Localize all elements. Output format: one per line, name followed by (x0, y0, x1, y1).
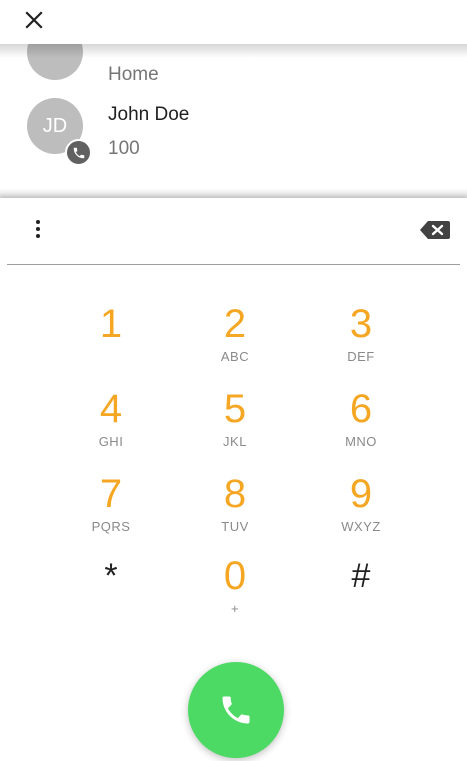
dialpad-key-2[interactable]: 2 ABC (180, 298, 290, 370)
input-divider (7, 264, 460, 265)
key-digit: 3 (349, 302, 373, 346)
key-digit: 1 (99, 302, 123, 346)
contact-number: 100 (108, 138, 140, 159)
key-digit: * (104, 557, 118, 595)
key-letters: PQRS (91, 519, 131, 534)
key-digit: 4 (99, 387, 123, 431)
call-badge (65, 139, 92, 166)
dialpad-key-6[interactable]: 6 MNO (306, 383, 416, 455)
dialpad-key-9[interactable]: 9 WXYZ (306, 468, 416, 540)
key-digit: 5 (223, 387, 247, 431)
dialpad-key-5[interactable]: 5 JKL (180, 383, 290, 455)
dialpad-panel: 1 2 ABC 3 DEF 4 GHI 5 JKL 6 MNO 7 PQRS 8 TUV 9 WXYZ * 0 + # (0, 198, 467, 761)
dialpad-key-4[interactable]: 4 GHI (56, 383, 166, 455)
key-letters: ABC (220, 349, 250, 364)
key-digit: # (351, 557, 371, 595)
dialpad-key-1[interactable]: 1 (56, 298, 166, 370)
backspace-icon (420, 221, 450, 239)
phone-number-input[interactable] (70, 212, 394, 248)
dialpad-key-hash[interactable]: # (306, 550, 416, 622)
dialpad-key-3[interactable]: 3 DEF (306, 298, 416, 370)
more-options-button[interactable] (27, 216, 51, 246)
more-vertical-icon (36, 220, 40, 224)
key-digit: 2 (223, 302, 247, 346)
contact-name: John Doe (108, 104, 190, 125)
key-letters: + (230, 601, 240, 616)
key-digit: 8 (223, 472, 247, 516)
contact-suggestion-list[interactable]: Home JD John Doe 100 (0, 44, 467, 198)
more-vertical-icon (36, 234, 40, 238)
key-letters: TUV (221, 519, 249, 534)
dialpad-key-star[interactable]: * (56, 550, 166, 622)
phone-icon (73, 147, 84, 158)
key-digit: 7 (99, 472, 123, 516)
key-letters: GHI (98, 434, 124, 449)
key-digit: 0 (223, 554, 247, 598)
dialpad-key-0[interactable]: 0 + (180, 550, 290, 622)
key-letters: JKL (223, 434, 247, 449)
avatar (27, 44, 83, 80)
key-letters: DEF (347, 349, 375, 364)
top-bar (0, 0, 467, 44)
backspace-button[interactable] (418, 218, 452, 242)
avatar-initials: JD (42, 114, 68, 137)
key-digit: 9 (349, 472, 373, 516)
dialpad-key-7[interactable]: 7 PQRS (56, 468, 166, 540)
phone-icon (222, 696, 250, 724)
call-button[interactable] (188, 662, 284, 758)
key-digit: 6 (349, 387, 373, 431)
key-letters: MNO (345, 434, 377, 449)
dialpad-key-8[interactable]: 8 TUV (180, 468, 290, 540)
more-vertical-icon (36, 227, 40, 231)
key-letters: WXYZ (341, 519, 381, 534)
contact-row-partial[interactable] (0, 189, 467, 198)
close-button[interactable] (22, 8, 46, 32)
close-icon (25, 11, 43, 29)
contact-row-john-doe[interactable]: JD John Doe 100 (0, 88, 467, 172)
contact-number-label: Home (108, 64, 159, 85)
